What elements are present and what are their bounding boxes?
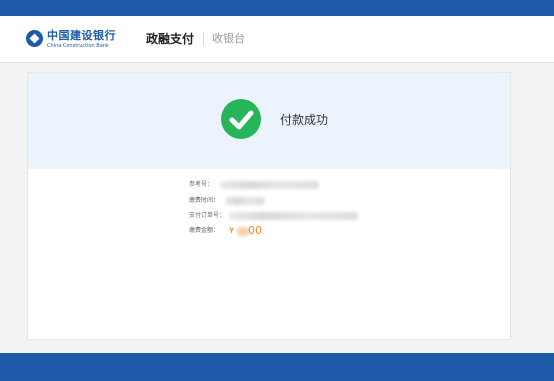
amount-currency: ¥ [229, 226, 235, 235]
ccb-logo-icon [26, 30, 43, 47]
bank-name-cn: 中国建设银行 [47, 29, 116, 42]
product-name: 政融支付 [146, 32, 195, 46]
amount-label: 缴费金额： [189, 227, 220, 234]
order-number-label: 支付订单号： [189, 212, 226, 219]
reference-label: 参考号： [189, 181, 214, 188]
top-brand-bar [0, 0, 554, 16]
bank-name-en: China Construction Bank [47, 43, 109, 49]
order-number-value-redacted [229, 212, 358, 220]
payment-result-card: 付款成功 参考号： 缴费时间： 支付订单号： 缴费金额： ¥ 00 [27, 72, 511, 340]
amount-value-suffix: 00 [248, 224, 262, 237]
payment-time-label: 缴费时间： [189, 197, 220, 204]
success-banner: 付款成功 [28, 73, 510, 169]
payment-status-text: 付款成功 [280, 113, 329, 127]
bottom-brand-bar [0, 353, 554, 381]
page-header: 中国建设银行 China Construction Bank 政融支付 收银台 [0, 16, 554, 63]
payment-time-value-redacted [225, 197, 265, 205]
reference-value-redacted [220, 181, 319, 189]
section-title: 收银台 [212, 32, 245, 45]
header-divider [203, 32, 204, 46]
check-circle-icon [221, 99, 261, 139]
